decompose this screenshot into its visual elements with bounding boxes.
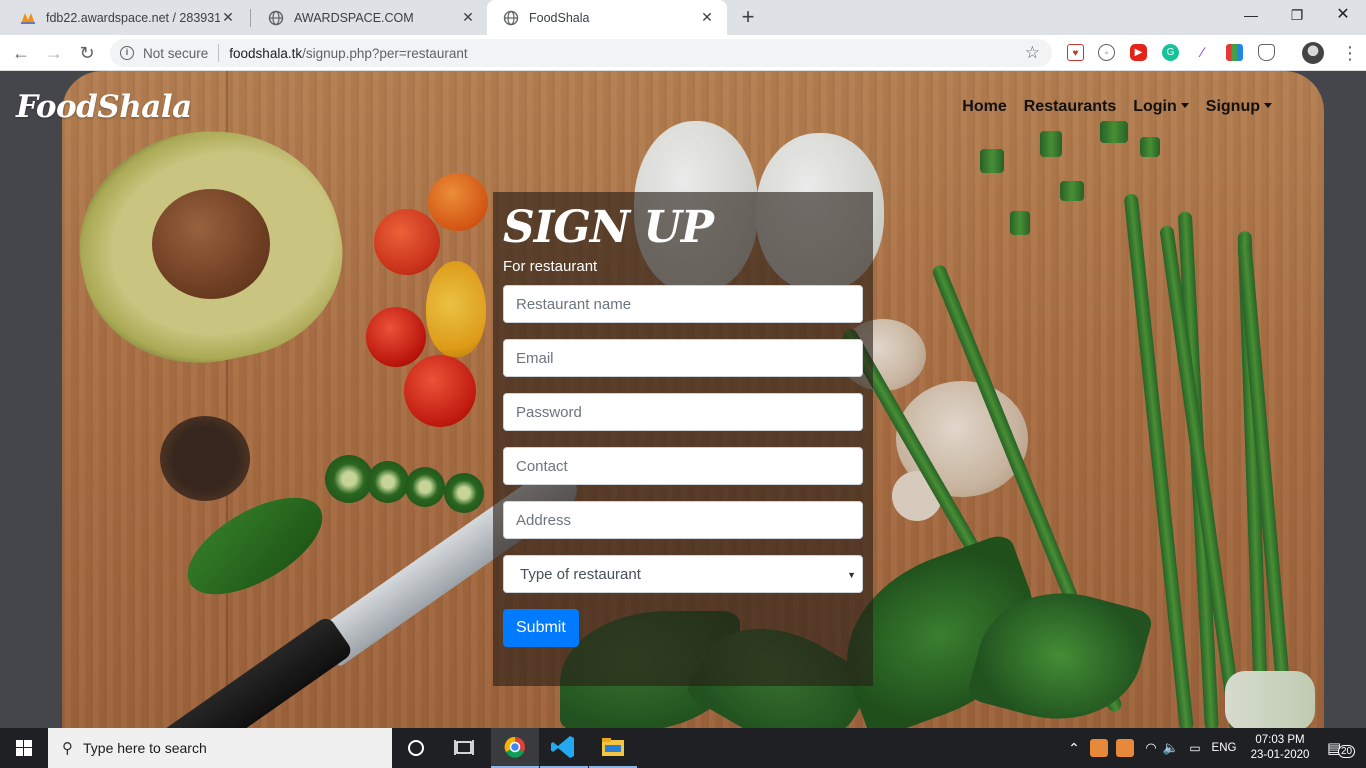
notification-count-badge: 20 [1338,745,1356,758]
globe-icon [503,10,519,25]
tab-foodshala[interactable]: FoodShala ✕ [487,0,727,35]
youtube-extension-icon[interactable]: ▶ [1130,44,1147,61]
cortana-icon[interactable] [392,728,440,768]
back-arrow-icon[interactable]: ← [8,40,34,66]
nav-home-link[interactable]: Home [962,98,1006,116]
submit-button[interactable]: Submit [503,609,579,647]
url-path: /signup.php?per=restaurant [302,45,468,61]
battery-icon[interactable]: ▭ [1186,728,1204,768]
tab-awardspace-db[interactable]: fdb22.awardspace.net / 2839313 ✕ [4,0,248,35]
bookmark-star-icon[interactable]: ☆ [1025,43,1040,63]
security-label: Not secure [143,45,209,61]
tray-app-icon[interactable] [1116,739,1134,757]
select-arrow-icon: ▼ [847,570,856,580]
code-extension-icon[interactable]: ◦ [1098,44,1115,61]
tab-title: fdb22.awardspace.net / 2839313 [46,10,220,25]
url-host: foodshala.tk [229,45,303,61]
site-brand-logo[interactable]: FoodShala [16,89,192,125]
web-page: FoodShala Home Restaurants Login Signup … [0,71,1366,728]
caret-down-icon [1180,103,1189,108]
nav-signup-link[interactable]: Signup [1206,98,1260,115]
clock-time: 07:03 PM [1255,734,1305,746]
more-menu-icon[interactable]: ⋮ [1340,41,1360,65]
select-value: Type of restaurant [520,566,641,583]
signup-subtitle: For restaurant [503,258,598,275]
address-input[interactable] [503,501,863,539]
pen-extension-icon[interactable]: ∕ [1194,44,1211,61]
clock-date: 23-01-2020 [1250,749,1310,761]
pocket-extension-icon[interactable]: ♥ [1067,44,1084,61]
password-input[interactable] [503,393,863,431]
globe-icon [268,10,284,25]
info-icon[interactable]: i [120,46,134,60]
forward-arrow-icon[interactable]: → [41,40,67,66]
close-tab-icon[interactable]: ✕ [699,9,715,26]
email-input[interactable] [503,339,863,377]
close-tab-icon[interactable]: ✕ [220,9,236,26]
tab-title: FoodShala [529,10,590,25]
restaurant-type-select[interactable]: Type of restaurant ▼ [503,555,863,593]
vscode-taskbar-app[interactable] [540,728,588,768]
grammarly-extension-icon[interactable]: G [1162,44,1179,61]
tab-awardspace[interactable]: AWARDSPACE.COM ✕ [252,0,488,35]
windows-taskbar: ⚲ Type here to search ⌃ ◠ 🔈 ▭ ENG 07:03 … [0,728,1366,768]
language-indicator[interactable]: ENG [1208,728,1240,768]
nav-login-dropdown[interactable]: Login [1133,98,1189,116]
site-navbar: Home Restaurants Login Signup [962,98,1272,116]
search-icon: ⚲ [62,740,73,757]
reload-icon[interactable]: ↻ [74,40,100,66]
vscode-icon [551,736,574,758]
nav-signup-dropdown[interactable]: Signup [1206,98,1272,116]
close-window-icon[interactable]: ✕ [1320,0,1366,32]
chrome-icon [504,736,525,758]
browser-toolbar: ← → ↻ i Not secure foodshala.tk/signup.p… [0,35,1366,71]
profile-avatar[interactable] [1302,42,1324,64]
folder-icon [602,738,624,756]
show-hidden-icons-chevron-icon[interactable]: ⌃ [1064,728,1084,768]
task-view-icon[interactable] [440,728,488,768]
chrome-taskbar-app[interactable] [491,728,539,768]
tab-separator [250,9,251,27]
signup-card: SIGN UP For restaurant Type of restauran… [493,192,873,686]
taskbar-search-placeholder: Type here to search [83,740,207,756]
taskbar-search-box[interactable]: ⚲ Type here to search [48,728,392,768]
nav-login-link[interactable]: Login [1133,98,1177,115]
browser-tab-bar: fdb22.awardspace.net / 2839313 ✕ AWARDSP… [0,0,1366,35]
caret-down-icon [1264,103,1272,108]
tab-title: AWARDSPACE.COM [294,10,414,25]
signup-title: SIGN UP [503,202,714,253]
new-tab-button[interactable]: + [736,3,760,31]
restaurant-name-input[interactable] [503,285,863,323]
volume-icon[interactable]: 🔈 [1162,728,1180,768]
windows-start-icon[interactable] [0,728,48,768]
notification-center-icon[interactable]: ▤ 20 [1322,728,1358,768]
minimize-icon[interactable]: — [1228,0,1274,32]
pma-favicon-icon [21,12,35,24]
contact-input[interactable] [503,447,863,485]
address-bar[interactable]: i Not secure foodshala.tk/signup.php?per… [110,39,1052,67]
color-picker-extension-icon[interactable] [1226,44,1243,61]
nav-restaurants-link[interactable]: Restaurants [1024,98,1116,116]
url-text: foodshala.tk/signup.php?per=restaurant [229,46,467,61]
file-explorer-taskbar-app[interactable] [589,728,637,768]
tray-app-icon[interactable] [1090,739,1108,757]
clock[interactable]: 07:03 PM 23-01-2020 [1244,728,1316,768]
shield-extension-icon[interactable] [1258,44,1275,61]
divider [218,44,220,62]
wifi-icon[interactable]: ◠ [1142,728,1160,768]
restore-icon[interactable]: ❐ [1274,0,1320,32]
close-tab-icon[interactable]: ✕ [460,9,476,26]
